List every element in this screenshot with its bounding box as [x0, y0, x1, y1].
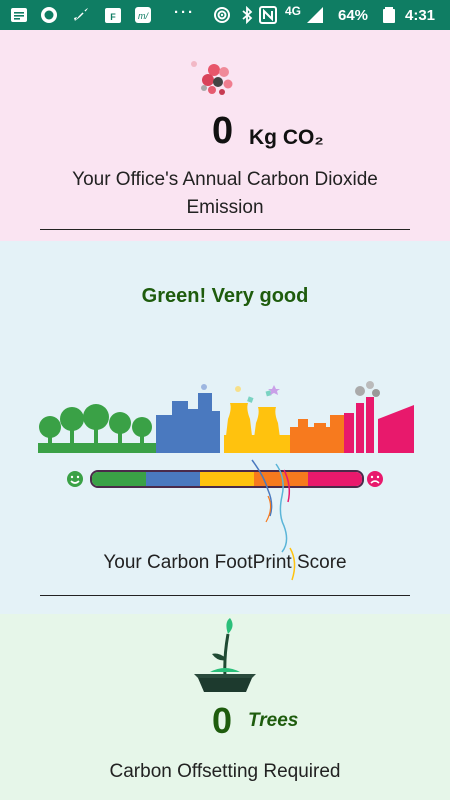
bluetooth-icon: [242, 6, 253, 24]
meter-segment-green: [92, 472, 146, 486]
message-icon: [11, 8, 27, 22]
section-divider: [40, 595, 410, 596]
status-bar: F m/ ··· 4G 64% 4:31: [0, 0, 450, 30]
battery-percent: 64%: [338, 7, 369, 24]
trees-value: 0: [212, 700, 233, 741]
emission-unit: Kg CO₂: [249, 126, 324, 149]
sapling-in-pot-icon: [194, 618, 256, 692]
co2-bubbles-icon: [191, 61, 233, 95]
offset-caption: Carbon Offsetting Required: [109, 761, 341, 782]
trees-unit: Trees: [248, 710, 299, 731]
emission-value: 0: [212, 110, 234, 152]
app-icon: m/: [135, 7, 151, 23]
sad-face-icon: [367, 471, 383, 487]
calendar-icon: F: [105, 8, 121, 23]
network-type: 4G: [285, 4, 302, 18]
svg-text:F: F: [110, 12, 116, 22]
clock-time: 4:31: [405, 7, 436, 24]
emission-caption: Your Office's Annual Carbon Dioxide Emis…: [72, 169, 378, 218]
score-rating: Green! Very good: [141, 285, 309, 307]
nfc-icon: [259, 6, 277, 24]
offset-section: 0 Trees Carbon Offsetting Required: [0, 614, 450, 800]
svg-text:m/: m/: [138, 11, 149, 21]
battery-icon: [383, 7, 395, 23]
meter-segment-pink: [308, 472, 362, 486]
score-caption: Your Carbon FootPrint Score: [103, 552, 347, 573]
record-icon: [41, 7, 57, 23]
rocket-icon: [74, 8, 88, 21]
section-divider: [40, 229, 410, 230]
city-skyline-illustration: [38, 381, 414, 453]
signal-icon: [307, 7, 323, 23]
meter-segment-blue: [146, 472, 200, 486]
more-notifications-icon: ···: [174, 4, 195, 21]
carbon-score-section: Green! Very good Your Carbon FootPrint S…: [0, 241, 450, 614]
hotspot-icon: [214, 7, 230, 23]
carbon-score-meter: [90, 470, 364, 488]
emission-section: 0 Kg CO₂ Your Office's Annual Carbon Dio…: [0, 30, 450, 241]
meter-segment-yellow: [200, 472, 254, 486]
happy-face-icon: [67, 471, 83, 487]
